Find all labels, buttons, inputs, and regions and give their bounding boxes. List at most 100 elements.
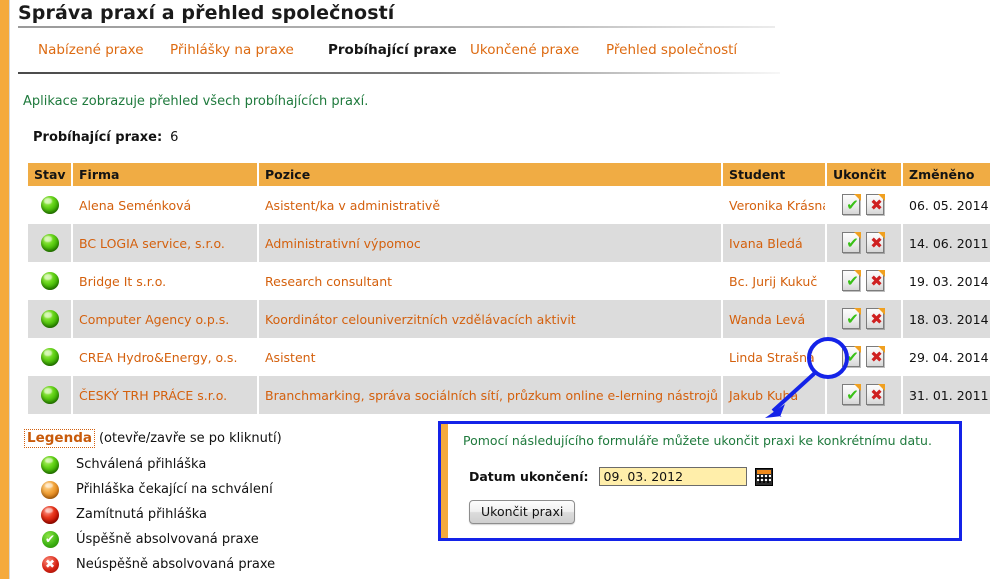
- legend-item-label: Schválená přihláška: [76, 457, 207, 472]
- tab-probihajici-praxe[interactable]: Probíhající praxe: [328, 42, 457, 58]
- document-check-icon[interactable]: ✔: [842, 308, 862, 330]
- table-header-row: Stav Firma Pozice Student Ukončit Změněn…: [28, 163, 990, 186]
- student-cell[interactable]: Jakub Kuba: [722, 376, 827, 414]
- end-practice-form: Pomocí následujícího formuláře můžete uk…: [438, 421, 962, 541]
- position-cell[interactable]: Research consultant: [258, 262, 723, 300]
- table-row: Bridge It s.r.o. Research consultant Bc.…: [28, 262, 990, 300]
- table-row: ČESKÝ TRH PRÁCE s.r.o. Branchmarking, sp…: [28, 376, 990, 414]
- document-cross-icon[interactable]: ✖: [866, 346, 886, 368]
- document-check-icon[interactable]: ✔: [842, 194, 862, 216]
- end-date-input[interactable]: [598, 467, 747, 486]
- column-header-ukoncit[interactable]: Ukončit: [826, 163, 903, 186]
- company-cell[interactable]: BC LOGIA service, s.r.o.: [72, 224, 259, 262]
- document-cross-icon[interactable]: ✖: [866, 270, 886, 292]
- status-cell: [28, 376, 73, 414]
- table-row: Alena Seménková Asistent/ka v administra…: [28, 186, 990, 224]
- tab-nabizene-praxe[interactable]: Nabízené praxe: [38, 42, 144, 58]
- legend-icon-slot: ✖: [24, 552, 76, 577]
- legend-toggle[interactable]: Legenda: [24, 429, 95, 448]
- document-cross-icon[interactable]: ✖: [866, 194, 886, 216]
- company-cell[interactable]: Bridge It s.r.o.: [72, 262, 259, 300]
- sphere-orange-icon: [41, 480, 59, 499]
- summary-count: Probíhající praxe: 6: [33, 130, 178, 145]
- document-cross-icon[interactable]: ✖: [866, 232, 886, 254]
- legend-item-uspesne: ✔ Úspěšně absolvovaná praxe: [24, 527, 424, 552]
- summary-value: 6: [170, 130, 179, 145]
- legend-icon-slot: [24, 502, 76, 527]
- position-cell[interactable]: Administrativní výpomoc: [258, 224, 723, 262]
- legend-item-label: Přihláška čekající na schválení: [76, 482, 273, 497]
- document-cross-icon[interactable]: ✖: [866, 384, 886, 406]
- date-field-label: Datum ukončení:: [469, 469, 589, 484]
- status-sphere-green-icon: [40, 272, 59, 290]
- changed-date-cell: 06. 05. 2014: [902, 186, 990, 224]
- status-cell: [28, 262, 73, 300]
- submit-end-practice-button[interactable]: Ukončit praxi: [469, 500, 576, 524]
- document-check-icon[interactable]: ✔: [842, 232, 862, 254]
- status-cell: [28, 186, 73, 224]
- actions-cell: ✔ ✖: [826, 300, 903, 338]
- document-check-icon[interactable]: ✔: [842, 346, 862, 368]
- circle-cross-red-icon: ✖: [41, 556, 59, 573]
- tab-prihlasky-na-praxe[interactable]: Přihlášky na praxe: [170, 42, 294, 58]
- page-title: Správa praxí a přehled společností: [18, 2, 395, 24]
- form-accent-bar: [441, 424, 448, 538]
- column-header-zmeneno[interactable]: Změněno: [902, 163, 990, 186]
- legend-list: Schválená přihláška Přihláška čekající n…: [24, 452, 424, 577]
- legend-item-label: Neúspěšně absolvovaná praxe: [76, 557, 276, 572]
- status-cell: [28, 224, 73, 262]
- internships-table: Stav Firma Pozice Student Ukončit Změněn…: [28, 163, 990, 414]
- status-sphere-green-icon: [40, 234, 59, 252]
- circle-check-green-icon: ✔: [41, 531, 59, 548]
- student-cell[interactable]: Ivana Bledá: [722, 224, 827, 262]
- status-sphere-green-icon: [40, 310, 59, 328]
- page-edge-bar: [0, 0, 9, 579]
- column-header-firma[interactable]: Firma: [72, 163, 259, 186]
- company-cell[interactable]: Alena Seménková: [72, 186, 259, 224]
- legend-item-zamitnuta: Zamítnutá přihláška: [24, 502, 424, 527]
- student-cell[interactable]: Linda Strašná: [722, 338, 827, 376]
- legend-item-label: Úspěšně absolvovaná praxe: [76, 532, 259, 547]
- page-content: Správa praxí a přehled společností Nabíz…: [10, 0, 995, 579]
- position-cell[interactable]: Asistent/ka v administrativě: [258, 186, 723, 224]
- changed-date-cell: 31. 01. 2011: [902, 376, 990, 414]
- legend-item-label: Zamítnutá přihláška: [76, 507, 207, 522]
- position-cell[interactable]: Branchmarking, správa sociálních sítí, p…: [258, 376, 723, 414]
- table-row: Computer Agency o.p.s. Koordinátor celou…: [28, 300, 990, 338]
- column-header-student[interactable]: Student: [722, 163, 827, 186]
- changed-date-cell: 18. 03. 2014: [902, 300, 990, 338]
- position-cell[interactable]: Asistent: [258, 338, 723, 376]
- legend: Legenda (otevře/zavře se po kliknutí) Sch…: [24, 429, 424, 577]
- column-header-pozice[interactable]: Pozice: [258, 163, 723, 186]
- legend-item-schvalena: Schválená přihláška: [24, 452, 424, 477]
- intro-text: Aplikace zobrazuje přehled všech probíha…: [23, 94, 369, 109]
- student-cell[interactable]: Bc. Jurij Kukuč: [722, 262, 827, 300]
- legend-item-cekajici: Přihláška čekající na schválení: [24, 477, 424, 502]
- actions-cell: ✔ ✖: [826, 186, 903, 224]
- calendar-icon[interactable]: [754, 467, 773, 486]
- actions-cell: ✔ ✖: [826, 376, 903, 414]
- legend-header: Legenda (otevře/zavře se po kliknutí): [24, 429, 424, 448]
- document-check-icon[interactable]: ✔: [842, 270, 862, 292]
- position-cell[interactable]: Koordinátor celouniverzitních vzdělávací…: [258, 300, 723, 338]
- tab-bar-divider: [18, 72, 780, 74]
- document-cross-icon[interactable]: ✖: [866, 308, 886, 330]
- company-cell[interactable]: ČESKÝ TRH PRÁCE s.r.o.: [72, 376, 259, 414]
- changed-date-cell: 29. 04. 2014: [902, 338, 990, 376]
- column-header-stav[interactable]: Stav: [28, 163, 73, 186]
- legend-icon-slot: [24, 452, 76, 477]
- status-cell: [28, 338, 73, 376]
- changed-date-cell: 14. 06. 2011: [902, 224, 990, 262]
- actions-cell: ✔ ✖: [826, 338, 903, 376]
- sphere-green-icon: [41, 455, 59, 474]
- legend-icon-slot: [24, 477, 76, 502]
- student-cell[interactable]: Veronika Krásná: [722, 186, 827, 224]
- company-cell[interactable]: Computer Agency o.p.s.: [72, 300, 259, 338]
- tab-ukoncene-praxe[interactable]: Ukončené praxe: [470, 42, 579, 58]
- legend-item-neuspesne: ✖ Neúspěšně absolvovaná praxe: [24, 552, 424, 577]
- document-check-icon[interactable]: ✔: [842, 384, 862, 406]
- legend-icon-slot: ✔: [24, 527, 76, 552]
- company-cell[interactable]: CREA Hydro&Energy, o.s.: [72, 338, 259, 376]
- tab-prehled-spolecnosti[interactable]: Přehled společností: [606, 42, 737, 58]
- student-cell[interactable]: Wanda Levá: [722, 300, 827, 338]
